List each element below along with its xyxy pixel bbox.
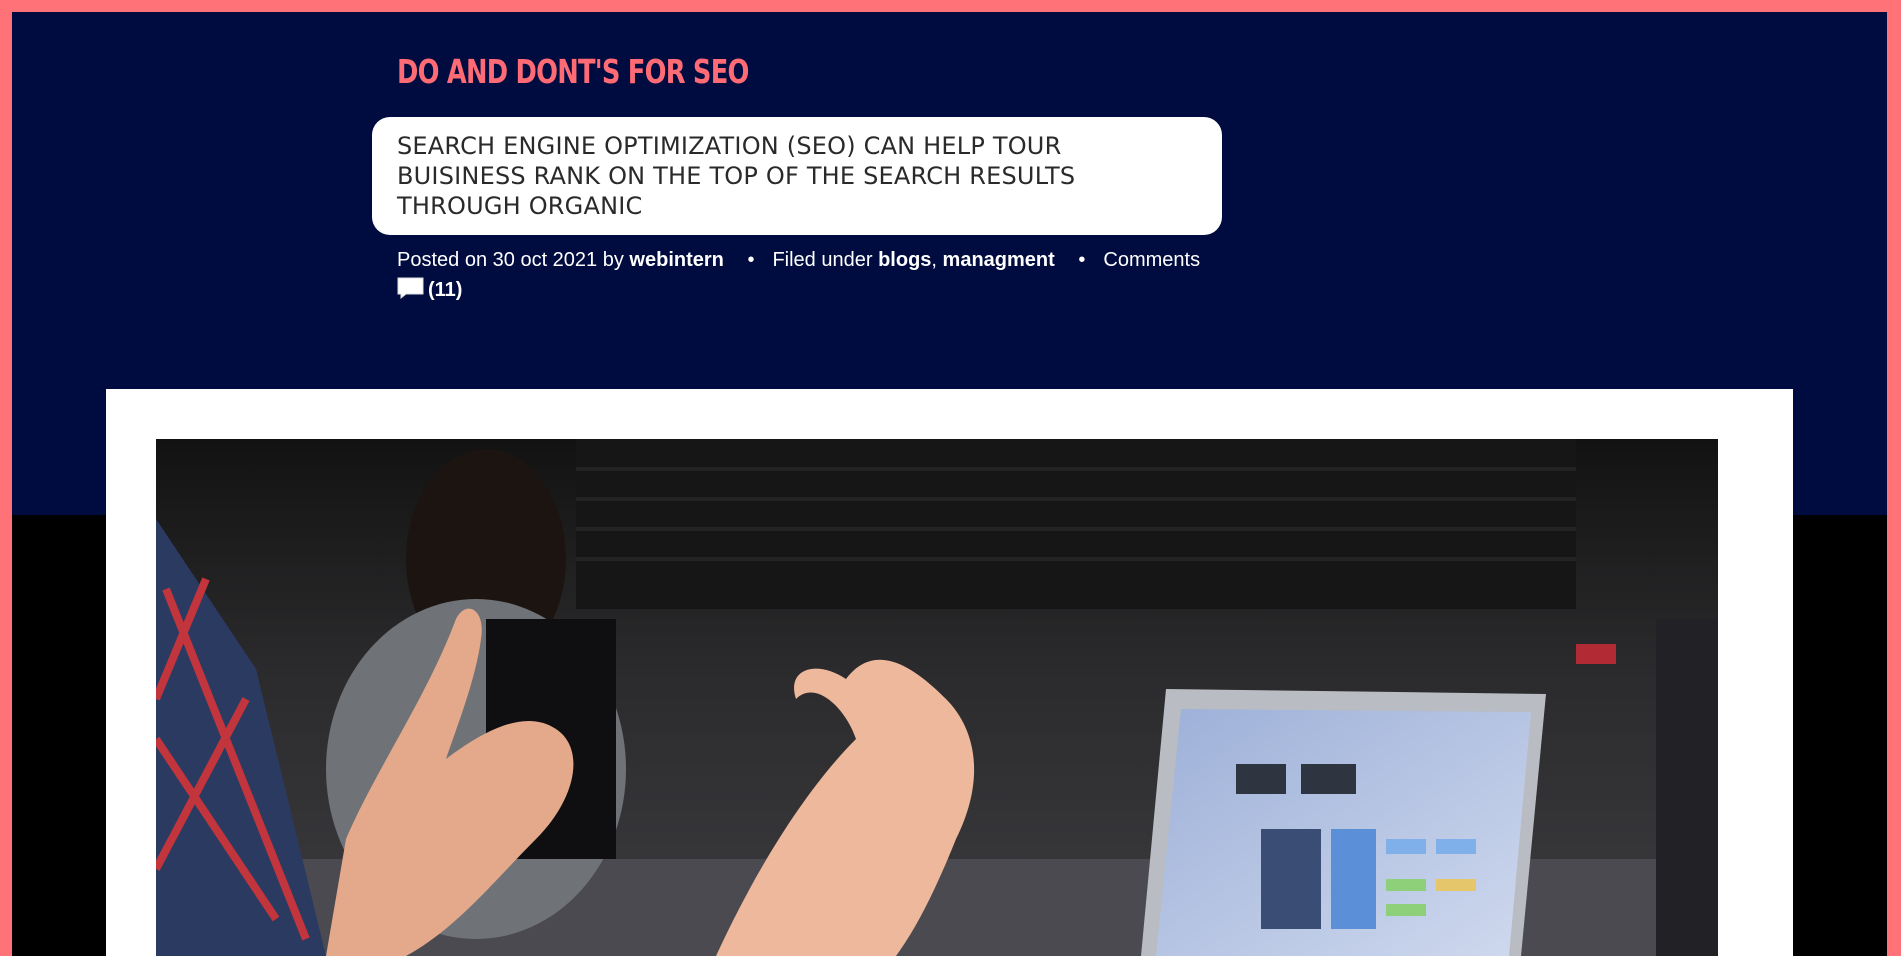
category-link-managment[interactable]: managment [943, 249, 1055, 271]
filed-under-label: Filed under [772, 249, 873, 271]
post-date: 30 oct 2021 [492, 249, 598, 271]
meta-separator: • [1078, 249, 1086, 271]
by-label: by [602, 249, 624, 271]
comments-link[interactable]: (11) [397, 275, 1227, 305]
post-title[interactable]: DO AND DONT'S FOR SEO [397, 52, 749, 91]
featured-image-card [106, 389, 1793, 956]
author-link[interactable]: webintern [629, 249, 723, 271]
post-meta: Posted on 30 oct 2021 by webintern • File… [397, 245, 1227, 305]
posted-label: Posted on [397, 249, 488, 271]
category-link-blogs[interactable]: blogs [878, 249, 931, 271]
comments-label: Comments [1103, 249, 1201, 271]
featured-photo [156, 439, 1718, 956]
comments-count: (11) [428, 279, 463, 301]
category-separator: , [931, 249, 937, 271]
comment-bubble-icon [397, 277, 424, 300]
meta-separator: • [747, 249, 755, 271]
post-excerpt: SEARCH ENGINE OPTIMIZATION (SEO) CAN HEL… [372, 117, 1222, 235]
